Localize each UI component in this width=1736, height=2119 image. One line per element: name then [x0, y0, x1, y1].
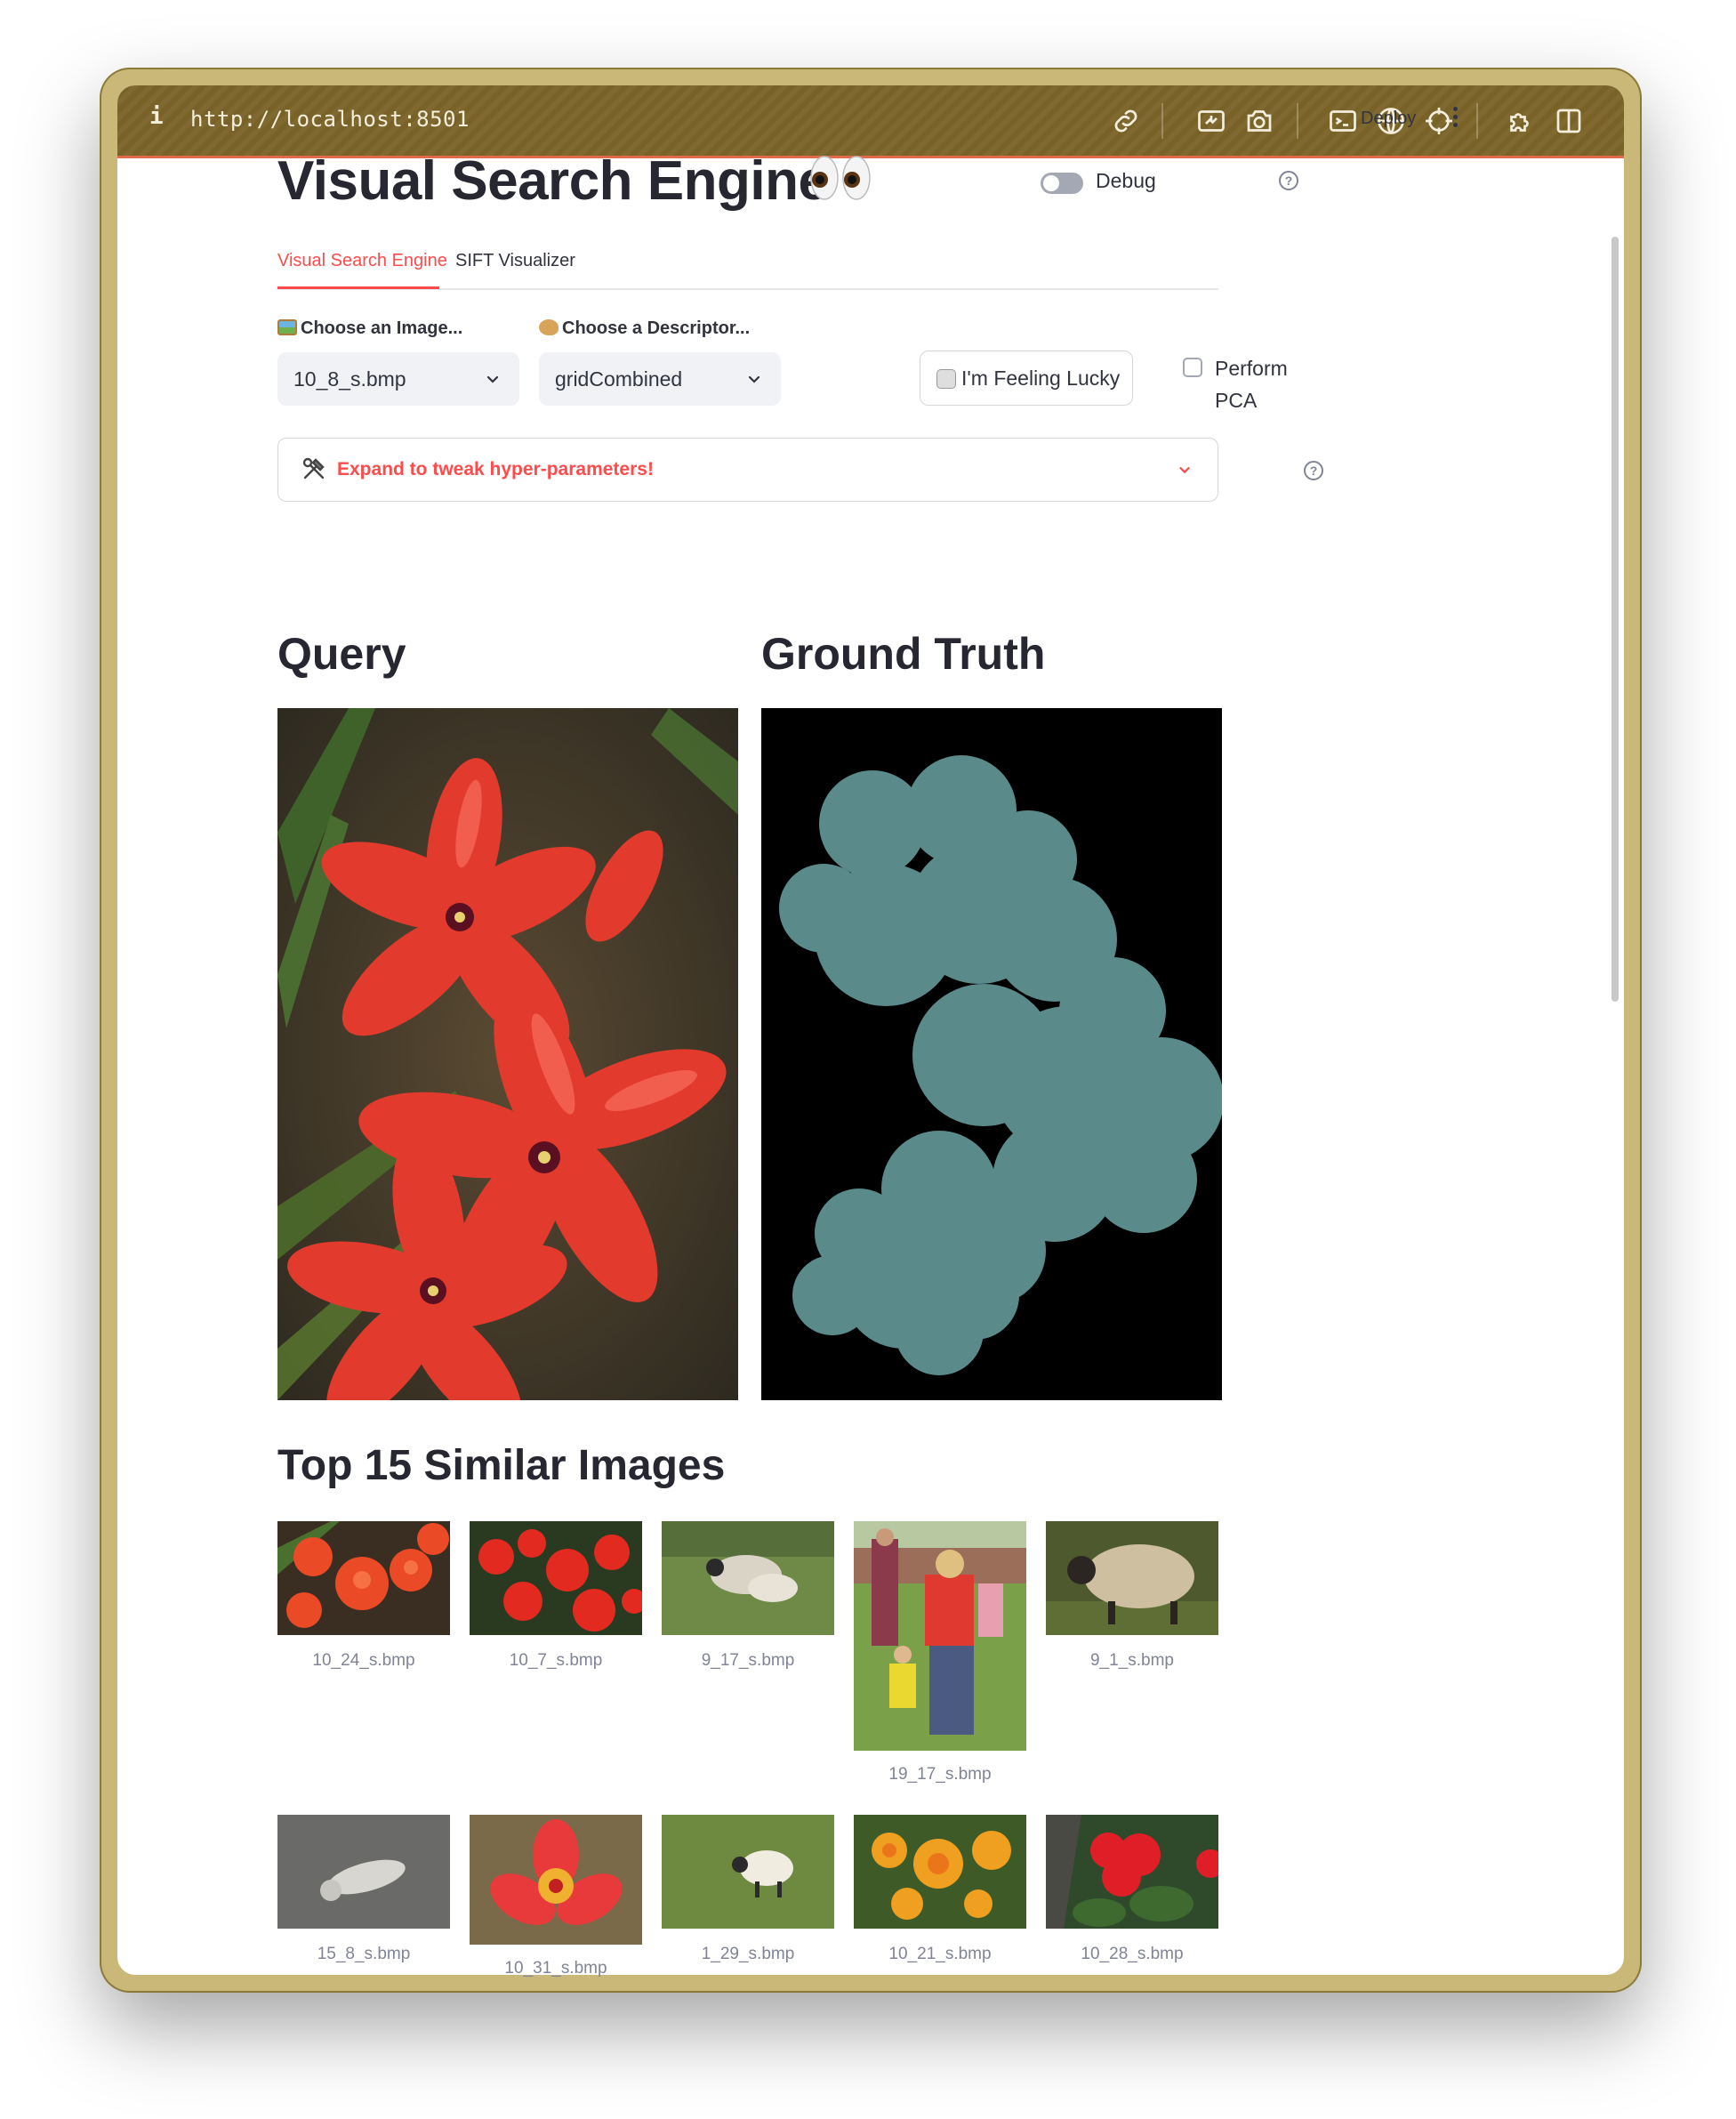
result-caption: 10_24_s.bmp — [312, 1651, 415, 1670]
feeling-lucky-label: I'm Feeling Lucky — [961, 367, 1121, 390]
result-thumbnail[interactable] — [277, 1521, 450, 1635]
sidebar-toggle-icon[interactable] — [1553, 105, 1585, 137]
descriptor-select[interactable]: gridCombined — [539, 352, 781, 406]
result-thumbnail[interactable] — [470, 1815, 642, 1945]
result-thumbnail[interactable] — [470, 1521, 642, 1635]
result-caption: 10_21_s.bmp — [888, 1945, 992, 1963]
result-thumbnail[interactable] — [662, 1815, 834, 1929]
result-thumbnail[interactable] — [854, 1815, 1026, 1929]
artist-palette-icon — [539, 319, 559, 335]
result-caption: 15_8_s.bmp — [317, 1945, 411, 1963]
result-thumbnail[interactable] — [277, 1815, 450, 1929]
chevron-down-icon — [748, 375, 760, 383]
deploy-button[interactable]: Deploy — [1361, 109, 1416, 129]
page-title: Visual Search Engine — [277, 150, 829, 212]
pca-label[interactable]: Perform PCA — [1215, 352, 1304, 416]
scrollbar[interactable] — [1611, 237, 1619, 1002]
result-thumbnail[interactable] — [662, 1521, 834, 1635]
query-heading: Query — [277, 629, 406, 679]
image-select-label-text: Choose an Image... — [301, 318, 463, 338]
query-image — [277, 708, 738, 1400]
ground-truth-heading: Ground Truth — [761, 629, 1046, 679]
debug-label: Debug — [1096, 169, 1156, 192]
toolbar-divider — [1476, 103, 1478, 139]
chevron-down-icon — [1179, 467, 1190, 474]
result-caption: 10_7_s.bmp — [509, 1651, 603, 1670]
eyes-emoji-icon — [810, 156, 871, 200]
tab-visual-search-engine[interactable]: Visual Search Engine — [277, 251, 447, 271]
main-menu-icon[interactable] — [1450, 107, 1460, 132]
active-tab-indicator — [277, 286, 439, 289]
toolbar-divider — [1297, 103, 1298, 139]
die-icon — [936, 369, 956, 389]
result-thumbnail[interactable] — [854, 1521, 1026, 1751]
result-caption: 9_1_s.bmp — [1089, 1651, 1174, 1670]
result-caption: 19_17_s.bmp — [888, 1765, 992, 1784]
terminal-icon[interactable] — [1327, 105, 1359, 137]
tab-sift-visualizer[interactable]: SIFT Visualizer — [455, 251, 575, 271]
ground-truth-mask-image — [761, 708, 1222, 1400]
expander-label: Expand to tweak hyper-parameters! — [337, 459, 654, 479]
toolbar-divider — [1161, 103, 1163, 139]
result-caption: 10_28_s.bmp — [1081, 1945, 1184, 1963]
camera-icon[interactable] — [1243, 105, 1275, 137]
result-thumbnail[interactable] — [1046, 1815, 1218, 1929]
screenshot-icon[interactable] — [1195, 105, 1227, 137]
debug-toggle[interactable] — [1041, 173, 1083, 194]
image-select-value: 10_8_s.bmp — [293, 367, 406, 391]
framed-picture-icon — [277, 319, 297, 335]
descriptor-select-label: Choose a Descriptor... — [539, 318, 750, 339]
link-icon[interactable] — [1110, 105, 1142, 137]
result-caption: 10_31_s.bmp — [504, 1959, 607, 1978]
result-thumbnail[interactable] — [1046, 1521, 1218, 1635]
image-select[interactable]: 10_8_s.bmp — [277, 352, 519, 406]
result-caption: 9_17_s.bmp — [701, 1651, 795, 1670]
pca-help-icon[interactable]: ? — [1304, 461, 1323, 480]
feeling-lucky-button[interactable]: I'm Feeling Lucky — [920, 350, 1133, 406]
descriptor-select-value: gridCombined — [555, 367, 683, 391]
pca-checkbox[interactable] — [1183, 358, 1202, 377]
url-field[interactable]: http://localhost:8501 — [190, 107, 470, 132]
hyperparameter-expander[interactable]: Expand to tweak hyper-parameters! — [277, 438, 1218, 502]
extension-icon[interactable] — [1505, 105, 1537, 137]
debug-help-icon[interactable]: ? — [1279, 171, 1298, 190]
info-icon[interactable]: i — [149, 103, 164, 130]
chevron-down-icon — [486, 375, 499, 383]
result-caption: 1_29_s.bmp — [701, 1945, 795, 1963]
descriptor-select-label-text: Choose a Descriptor... — [562, 318, 751, 338]
hammer-wrench-icon — [302, 457, 325, 479]
image-select-label: Choose an Image... — [277, 318, 462, 339]
similar-heading: Top 15 Similar Images — [277, 1442, 726, 1489]
